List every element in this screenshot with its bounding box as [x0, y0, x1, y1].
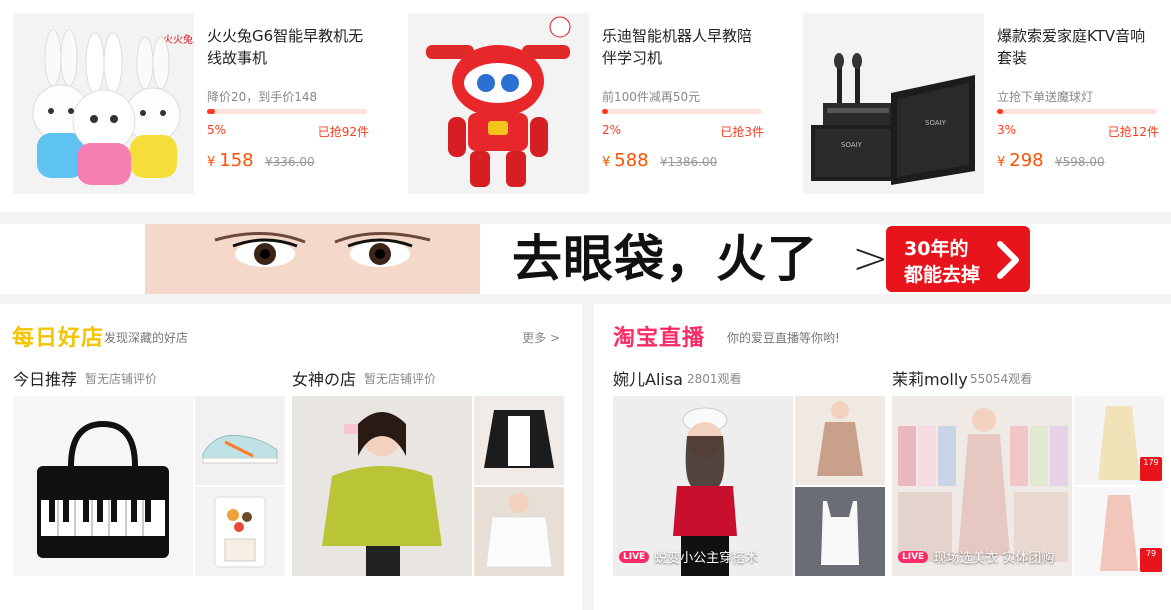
- good-shops-tagline: 发现深藏的好店: [104, 331, 189, 345]
- live-badge: LIVE: [619, 550, 650, 563]
- taobao-live-panel: 淘宝直播 你的爱豆直播等你哟! 婉儿Alisa 2801观看 LIVE 蜕变小公…: [594, 304, 1171, 610]
- shop-image-handbag[interactable]: [13, 396, 193, 576]
- product-name[interactable]: 乐迪智能机器人早教陪伴学习机: [602, 25, 762, 69]
- good-shops-panel: 每日好店 发现深藏的好店 更多 > 今日推荐 暂无店铺评价 女神の店 暂无店铺评…: [0, 304, 582, 610]
- streamer-name[interactable]: 婉儿Alisa: [613, 366, 683, 390]
- original-price: ¥336.00: [265, 155, 315, 169]
- banner-headline: 去眼袋，火了: [512, 230, 818, 288]
- product-image-robot[interactable]: [408, 13, 589, 194]
- product-card[interactable]: 乐迪智能机器人早教陪伴学习机 前100件减再50元 2% 已抢3件 ¥588 ¥…: [408, 13, 778, 195]
- svg-text:SOAIY: SOAIY: [841, 141, 863, 149]
- live-image-pink-dress[interactable]: 79: [1074, 487, 1164, 576]
- product-promo: 立抢下单送魔球灯: [997, 90, 1094, 104]
- product-image-ktv-speaker[interactable]: SOAIY SOAIY: [803, 13, 984, 194]
- live-image-clothing-store[interactable]: LIVE 现场选美衣 实体团购: [892, 396, 1072, 576]
- more-link[interactable]: 更多 >: [522, 329, 560, 346]
- viewer-count: 2801观看: [687, 372, 742, 386]
- chevron-right-icon: [997, 241, 1019, 279]
- banner-cta-button[interactable]: 30年的 都能去掉: [886, 226, 1030, 292]
- svg-text:火火兔: 火火兔: [163, 33, 193, 46]
- sale-progress-percent: 3%: [997, 123, 1017, 137]
- shop-rating: 暂无店铺评价: [85, 372, 158, 386]
- cta-line-2: 都能去掉: [904, 264, 981, 286]
- banner-face-image: [145, 224, 480, 294]
- product-name[interactable]: 火火兔G6智能早教机无线故事机: [207, 25, 367, 69]
- shop-image-snack[interactable]: [195, 487, 285, 576]
- svg-text:SOAIY: SOAIY: [925, 119, 947, 127]
- live-caption: LIVE 现场选美衣 实体团购: [898, 547, 1054, 566]
- shop-rating: 暂无店铺评价: [364, 372, 437, 386]
- sale-progress-percent: 5%: [207, 123, 227, 137]
- sale-progress-percent: 2%: [602, 123, 622, 137]
- cta-line-1: 30年的: [904, 238, 969, 260]
- product-card[interactable]: SOAIY SOAIY 爆款索爱家庭KTV音响套装 立抢下单送魔球灯 3% 已抢…: [803, 13, 1171, 195]
- original-price: ¥1386.00: [660, 155, 718, 169]
- live-image-camisole[interactable]: [795, 487, 885, 576]
- product-promo: 降价20，到手价148: [207, 90, 318, 104]
- product-promo: 前100件减再50元: [602, 90, 701, 104]
- current-price: ¥298: [997, 150, 1044, 171]
- taobao-live-logo[interactable]: 淘宝直播: [613, 320, 705, 352]
- sale-progress-bar: [602, 109, 762, 114]
- sold-count: 已抢3件: [720, 125, 764, 139]
- price-tag: 179: [1140, 457, 1162, 481]
- streamer-name[interactable]: 茉莉molly: [892, 366, 968, 390]
- shop-image-green-sweater[interactable]: [292, 396, 472, 576]
- flash-sale-products: 火火兔 火火兔G6智能早教机无线故事机 降价20，到手价148 5% 已抢92件…: [0, 0, 1171, 212]
- ad-banner[interactable]: 去眼袋，火了 > 30年的 都能去掉: [0, 224, 1171, 294]
- good-shops-logo[interactable]: 每日好店: [12, 320, 104, 352]
- current-price: ¥588: [602, 150, 649, 171]
- sold-count: 已抢92件: [317, 125, 369, 139]
- shop-title[interactable]: 女神の店: [292, 366, 356, 390]
- live-badge: LIVE: [898, 550, 929, 563]
- price-tag: 79: [1140, 548, 1162, 572]
- banner-arrow: >: [852, 233, 889, 284]
- product-card[interactable]: 火火兔 火火兔G6智能早教机无线故事机 降价20，到手价148 5% 已抢92件…: [13, 13, 383, 195]
- shop-title[interactable]: 今日推荐: [13, 366, 77, 390]
- original-price: ¥598.00: [1055, 155, 1105, 169]
- live-image-red-top[interactable]: LIVE 蜕变小公主穿搭术: [613, 396, 793, 576]
- live-image-floral-dress[interactable]: 179: [1074, 396, 1164, 485]
- live-image-dress[interactable]: [795, 396, 885, 485]
- current-price: ¥158: [207, 150, 254, 171]
- product-name[interactable]: 爆款索爱家庭KTV音响套装: [997, 25, 1157, 69]
- viewer-count: 55054观看: [970, 372, 1033, 386]
- sale-progress-bar: [207, 109, 367, 114]
- shop-image-sneaker[interactable]: [195, 396, 285, 485]
- taobao-live-tagline: 你的爱豆直播等你哟!: [727, 331, 840, 345]
- sale-progress-bar: [997, 109, 1157, 114]
- product-image-rabbit-player[interactable]: 火火兔: [13, 13, 194, 194]
- live-caption: LIVE 蜕变小公主穿搭术: [619, 547, 758, 566]
- shop-image-white-cardigan[interactable]: [474, 487, 564, 576]
- taobao-home-section: 火火兔 火火兔G6智能早教机无线故事机 降价20，到手价148 5% 已抢92件…: [0, 0, 1171, 610]
- shop-image-lace-top[interactable]: [474, 396, 564, 485]
- sold-count: 已抢12件: [1107, 125, 1159, 139]
